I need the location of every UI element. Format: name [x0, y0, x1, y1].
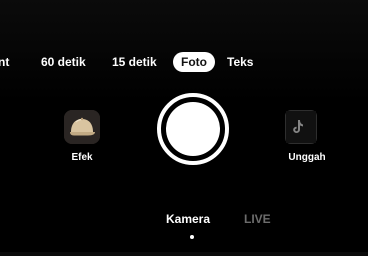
- camera-screen: nt 60 detik 15 detik Foto Teks Efek Ungg…: [0, 0, 368, 256]
- shutter-button[interactable]: [157, 93, 229, 165]
- mode-tabs: nt 60 detik 15 detik Foto Teks: [0, 52, 368, 72]
- gallery-thumbnail-icon: [286, 111, 316, 143]
- mode-tab-partial[interactable]: nt: [0, 53, 9, 71]
- effect-thumbnail[interactable]: [64, 110, 100, 144]
- bottom-tabs: Kamera LIVE: [0, 212, 368, 232]
- shutter-inner: [166, 102, 220, 156]
- cap-icon: [64, 110, 100, 144]
- effects-label: Efek: [71, 152, 93, 163]
- gallery-thumbnail[interactable]: [285, 110, 317, 144]
- active-tab-indicator-dot: [190, 235, 194, 239]
- bottom-tab-live[interactable]: LIVE: [244, 212, 271, 226]
- upload-label: Unggah: [288, 152, 326, 163]
- mode-tab-teks[interactable]: Teks: [227, 53, 253, 71]
- bottom-tab-kamera[interactable]: Kamera: [166, 212, 210, 226]
- mode-tab-foto-selected[interactable]: Foto: [173, 52, 215, 72]
- effects-button[interactable]: Efek: [64, 110, 100, 170]
- mode-tab-60-detik[interactable]: 60 detik: [41, 53, 86, 71]
- bottom-bar: [0, 252, 368, 256]
- mode-tab-15-detik[interactable]: 15 detik: [112, 53, 157, 71]
- upload-button[interactable]: Unggah: [279, 110, 335, 170]
